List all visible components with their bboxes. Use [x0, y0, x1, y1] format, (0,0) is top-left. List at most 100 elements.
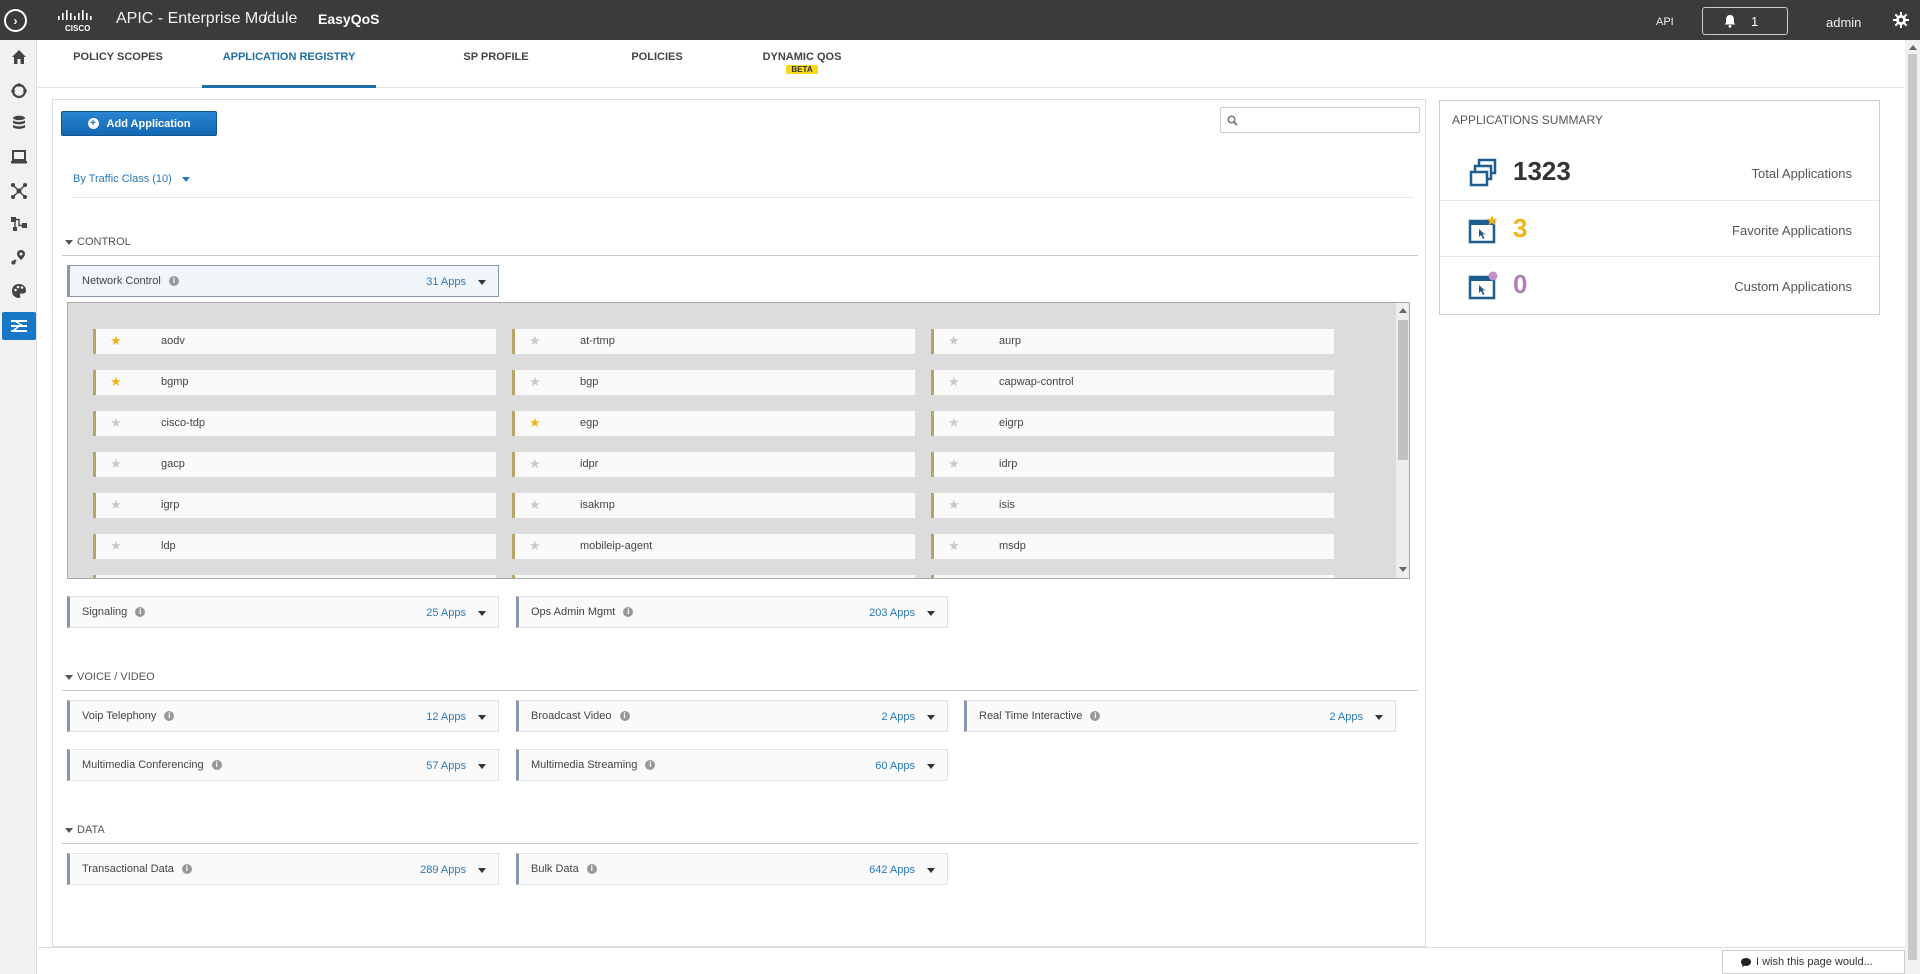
app-item[interactable]: ★ aodv [93, 329, 496, 354]
category-signaling[interactable]: Signaling i 25 Apps [67, 596, 499, 628]
app-item[interactable]: ★ gacp [93, 452, 496, 477]
app-item[interactable]: ★ msdp [931, 534, 1334, 559]
app-item[interactable]: ★ capwap-control [931, 370, 1334, 395]
info-icon[interactable]: i [181, 864, 192, 875]
section-voice-video-toggle[interactable]: VOICE / VIDEO [65, 671, 155, 683]
feedback-button[interactable]: I wish this page would... [1722, 950, 1905, 974]
palette-icon[interactable] [8, 280, 29, 301]
summary-title: APPLICATIONS SUMMARY [1452, 113, 1603, 127]
info-icon[interactable]: i [586, 864, 597, 875]
app-item[interactable]: ★ bgmp [93, 370, 496, 395]
notifications-button[interactable]: 1 [1702, 7, 1788, 35]
star-filled-icon[interactable]: ★ [110, 334, 122, 347]
location-icon[interactable] [8, 246, 29, 267]
star-icon[interactable]: ★ [948, 334, 960, 347]
search-input[interactable] [1241, 110, 1417, 130]
category-transactional-data[interactable]: Transactional Data i 289 Apps [67, 853, 499, 885]
star-icon[interactable]: ★ [948, 457, 960, 470]
info-icon[interactable]: i [619, 711, 630, 722]
section-control-toggle[interactable]: CONTROL [65, 236, 131, 248]
star-icon[interactable]: ★ [529, 457, 541, 470]
app-item[interactable]: ★ igrp [93, 493, 496, 518]
category-voip-telephony[interactable]: Voip Telephony i 12 Apps [67, 700, 499, 732]
star-icon[interactable]: ★ [948, 498, 960, 511]
info-icon[interactable]: i [1090, 711, 1101, 722]
star-icon[interactable]: ★ [948, 416, 960, 429]
app-item-partial[interactable] [93, 575, 496, 578]
info-icon[interactable]: i [168, 276, 179, 287]
info-icon[interactable]: i [645, 760, 656, 771]
tab-application-registry[interactable]: APPLICATION REGISTRY [202, 40, 376, 88]
star-icon[interactable]: ★ [110, 539, 122, 552]
star-icon[interactable]: ★ [529, 498, 541, 511]
expand-menu-icon[interactable]: › [4, 9, 27, 32]
group-by-dropdown[interactable]: By Traffic Class (10) [73, 173, 190, 185]
category-multimedia-streaming[interactable]: Multimedia Streaming i 60 Apps [516, 749, 948, 781]
api-link[interactable]: API [1656, 16, 1674, 28]
category-multimedia-conferencing[interactable]: Multimedia Conferencing i 57 Apps [67, 749, 499, 781]
star-filled-icon[interactable]: ★ [529, 416, 541, 429]
stacked-windows-icon [1469, 158, 1497, 187]
category-name: Transactional Data [82, 863, 174, 875]
star-icon[interactable]: ★ [110, 498, 122, 511]
app-count: 60 Apps [875, 760, 915, 772]
app-item[interactable]: ★ eigrp [931, 411, 1334, 436]
app-item[interactable]: ★ idpr [512, 452, 915, 477]
category-ops-admin-mgmt[interactable]: Ops Admin Mgmt i 203 Apps [516, 596, 948, 628]
app-item[interactable]: ★ cisco-tdp [93, 411, 496, 436]
tab-dynamic-qos[interactable]: DYNAMIC QOS BETA [750, 40, 854, 88]
device-icon[interactable] [8, 146, 29, 167]
star-icon[interactable]: ★ [529, 539, 541, 552]
app-item[interactable]: ★ egp [512, 411, 915, 436]
scroll-up-icon[interactable] [1399, 308, 1407, 313]
app-item[interactable]: ★ isis [931, 493, 1334, 518]
category-network-control[interactable]: Network Control i 31 Apps [67, 265, 499, 297]
summary-total-row[interactable]: 1323 Total Applications [1440, 144, 1879, 200]
category-bulk-data[interactable]: Bulk Data i 642 Apps [516, 853, 948, 885]
app-item[interactable]: ★ at-rtmp [512, 329, 915, 354]
star-icon[interactable]: ★ [948, 539, 960, 552]
database-icon[interactable] [8, 112, 29, 133]
scroll-down-icon[interactable] [1399, 567, 1407, 572]
app-item-partial[interactable] [512, 575, 915, 578]
gear-icon[interactable] [1893, 12, 1909, 28]
star-icon[interactable]: ★ [110, 416, 122, 429]
page-scrollbar[interactable] [1905, 40, 1920, 974]
topology-icon[interactable] [8, 180, 29, 201]
tab-sp-profile[interactable]: SP PROFILE [443, 40, 549, 88]
summary-favorite-row[interactable]: 3 Favorite Applications [1440, 200, 1879, 256]
app-item[interactable]: ★ isakmp [512, 493, 915, 518]
star-icon[interactable]: ★ [110, 457, 122, 470]
star-icon[interactable]: ★ [529, 334, 541, 347]
add-application-button[interactable]: + Add Application [61, 111, 217, 136]
app-item-partial[interactable] [931, 575, 1334, 578]
category-real-time-interactive[interactable]: Real Time Interactive i 2 Apps [964, 700, 1396, 732]
path-trace-icon[interactable] [8, 213, 29, 234]
star-icon[interactable]: ★ [529, 375, 541, 388]
app-item[interactable]: ★ aurp [931, 329, 1334, 354]
easyqos-icon[interactable] [2, 312, 36, 340]
apps-list-scrollbar[interactable] [1396, 303, 1409, 578]
app-item[interactable]: ★ mobileip-agent [512, 534, 915, 559]
tab-policy-scopes[interactable]: POLICY SCOPES [58, 40, 178, 88]
info-icon[interactable]: i [135, 607, 146, 618]
star-filled-icon[interactable]: ★ [110, 375, 122, 388]
star-icon[interactable]: ★ [948, 375, 960, 388]
category-broadcast-video[interactable]: Broadcast Video i 2 Apps [516, 700, 948, 732]
info-icon[interactable]: i [164, 711, 175, 722]
home-icon[interactable] [8, 46, 29, 67]
summary-custom-row[interactable]: 0 Custom Applications [1440, 256, 1879, 312]
breadcrumb-current[interactable]: EasyQoS [318, 11, 379, 27]
app-item[interactable]: ★ idrp [931, 452, 1334, 477]
page-scroll-thumb[interactable] [1908, 54, 1917, 960]
user-menu[interactable]: admin [1826, 15, 1861, 30]
section-data-toggle[interactable]: DATA [65, 824, 105, 836]
app-item[interactable]: ★ bgp [512, 370, 915, 395]
info-icon[interactable]: i [623, 607, 634, 618]
app-item[interactable]: ★ ldp [93, 534, 496, 559]
info-icon[interactable]: i [211, 760, 222, 771]
discovery-icon[interactable] [8, 80, 29, 101]
scroll-thumb[interactable] [1398, 320, 1408, 460]
tab-policies[interactable]: POLICIES [612, 40, 702, 88]
scroll-up-icon[interactable] [1909, 45, 1917, 50]
